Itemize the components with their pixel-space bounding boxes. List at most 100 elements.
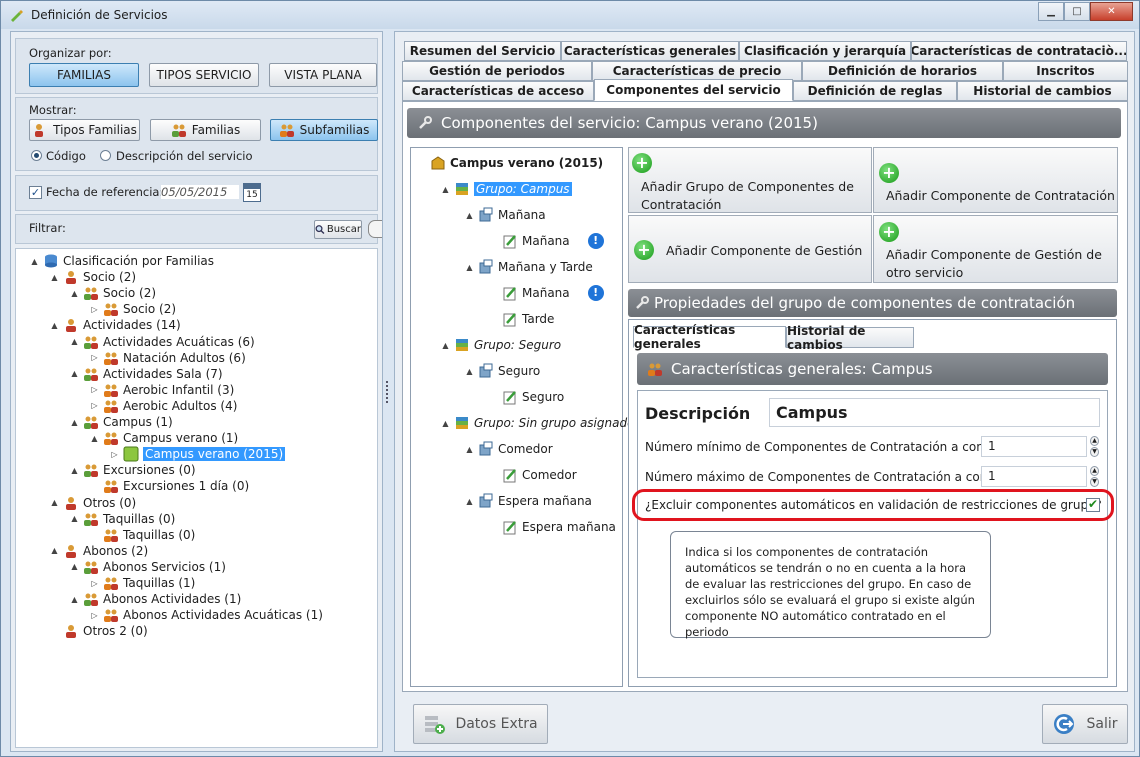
expand-arrow-icon[interactable]: ▲ xyxy=(441,185,450,194)
tab-clasificacion[interactable]: Clasificación y jerarquía xyxy=(739,41,911,61)
maximize-button[interactable]: □ xyxy=(1064,2,1090,21)
minimize-button[interactable]: ▁ xyxy=(1038,2,1064,21)
show-tipos-familias-button[interactable]: Tipos Familias xyxy=(29,119,140,141)
tab-caracteristicas-generales[interactable]: Características generales xyxy=(561,41,739,61)
min-components-stepper[interactable]: ▲ ▼ xyxy=(1090,436,1099,457)
family-tree-item[interactable]: ▲ Campus verano (1) xyxy=(90,430,238,446)
extra-data-button[interactable]: Datos Extra xyxy=(413,704,548,744)
expand-arrow-icon[interactable]: ▲ xyxy=(465,263,474,272)
ref-date-field[interactable]: 05/05/2015 xyxy=(161,185,239,199)
expand-arrow-icon[interactable]: ▲ xyxy=(70,562,79,571)
component-tree-item[interactable]: ▲ Grupo: Seguro xyxy=(441,337,561,353)
add-component-button[interactable]: + Añadir Componente de Contratación xyxy=(873,147,1118,213)
expand-arrow-icon[interactable]: ▲ xyxy=(441,341,450,350)
component-tree-item[interactable]: Tarde xyxy=(489,311,554,327)
calendar-icon[interactable]: 15 xyxy=(243,183,261,202)
component-tree-item[interactable]: Mañana! xyxy=(489,285,604,301)
family-tree-item[interactable]: ▷ Taquillas (1) xyxy=(90,575,195,591)
add-management-button[interactable]: + Añadir Componente de Gestión xyxy=(628,215,872,283)
search-button[interactable]: Buscar xyxy=(314,220,362,239)
component-tree-item[interactable]: ▲ Mañana y Tarde xyxy=(465,259,593,275)
family-tree-item[interactable]: ▷ Aerobic Infantil (3) xyxy=(90,382,234,398)
expand-arrow-icon[interactable]: ▲ xyxy=(50,273,59,282)
expand-arrow-icon[interactable]: ▲ xyxy=(30,257,39,266)
component-tree-item[interactable]: Espera mañana xyxy=(489,519,616,535)
family-tree-item[interactable]: Otros 2 (0) xyxy=(50,623,148,639)
family-tree-item[interactable]: ▲ Abonos Servicios (1) xyxy=(70,559,226,575)
expand-arrow-icon[interactable]: ▷ xyxy=(90,579,99,588)
tab-historial[interactable]: Historial de cambios xyxy=(957,81,1128,101)
component-tree-item[interactable]: ▲ Seguro xyxy=(465,363,540,379)
component-tree-item[interactable]: ▲ Espera mañana xyxy=(465,493,592,509)
tab-precio[interactable]: Características de precio xyxy=(592,61,802,81)
expand-arrow-icon[interactable]: ▲ xyxy=(465,211,474,220)
show-familias-button[interactable]: Familias xyxy=(150,119,261,141)
component-tree-item[interactable]: ▲ Grupo: Sin grupo asignado xyxy=(441,415,634,431)
expand-arrow-icon[interactable]: ▲ xyxy=(70,466,79,475)
organize-vista-plana-button[interactable]: VISTA PLANA xyxy=(269,63,377,87)
family-tree-item[interactable]: ▷ Aerobic Adultos (4) xyxy=(90,398,237,414)
family-tree-item[interactable]: ▲ Taquillas (0) xyxy=(70,511,175,527)
tab-componentes[interactable]: Componentes del servicio xyxy=(594,79,793,101)
add-other-management-button[interactable]: + Añadir Componente de Gestión de otro s… xyxy=(873,215,1118,283)
subtab-general[interactable]: Características generales xyxy=(633,323,786,351)
family-tree-item[interactable]: ▲ Clasificación por Familias xyxy=(30,253,214,269)
tab-periodos[interactable]: Gestión de periodos xyxy=(402,61,592,81)
tab-contratacion[interactable]: Características de contrataciò... xyxy=(911,41,1127,61)
min-components-input[interactable]: 1 xyxy=(981,436,1087,457)
tab-resumen[interactable]: Resumen del Servicio xyxy=(404,41,561,61)
family-tree-item[interactable]: ▲ Otros (0) xyxy=(50,495,136,511)
expand-arrow-icon[interactable]: ▲ xyxy=(70,289,79,298)
family-tree-item[interactable]: Taquillas (0) xyxy=(90,527,195,543)
family-tree-item[interactable]: ▷ Natación Adultos (6) xyxy=(90,350,246,366)
family-tree-item[interactable]: ▲ Excursiones (0) xyxy=(70,462,196,478)
family-tree-item[interactable]: ▲ Abonos Actividades (1) xyxy=(70,591,241,607)
component-tree-item[interactable]: ▲ Mañana xyxy=(465,207,546,223)
expand-arrow-icon[interactable]: ▷ xyxy=(90,305,99,314)
tab-inscritos[interactable]: Inscritos xyxy=(1003,61,1128,81)
component-tree-item[interactable]: Campus verano (2015) xyxy=(417,155,603,171)
max-components-input[interactable]: 1 xyxy=(981,466,1087,487)
expand-arrow-icon[interactable]: ▲ xyxy=(465,445,474,454)
family-tree-item[interactable]: ▷ Socio (2) xyxy=(90,301,176,317)
tab-reglas[interactable]: Definición de reglas xyxy=(793,81,957,101)
expand-arrow-icon[interactable]: ▲ xyxy=(50,321,59,330)
expand-arrow-icon[interactable]: ▷ xyxy=(110,450,119,459)
family-tree-item[interactable]: ▲ Campus (1) xyxy=(70,414,173,430)
expand-arrow-icon[interactable]: ▲ xyxy=(70,369,79,378)
family-tree-item[interactable]: ▲ Actividades (14) xyxy=(50,317,181,333)
max-components-stepper[interactable]: ▲ ▼ xyxy=(1090,466,1099,487)
family-tree-item[interactable]: ▲ Actividades Sala (7) xyxy=(70,366,223,382)
expand-arrow-icon[interactable]: ▲ xyxy=(465,367,474,376)
family-tree-item[interactable]: ▷ Abonos Actividades Acuáticas (1) xyxy=(90,607,323,623)
exit-button[interactable]: Salir xyxy=(1042,704,1128,744)
expand-arrow-icon[interactable]: ▲ xyxy=(70,514,79,523)
ref-date-checkbox[interactable]: ✓ xyxy=(29,186,42,199)
component-tree-item[interactable]: Mañana! xyxy=(489,233,604,249)
family-tree-item[interactable]: ▷ Campus verano (2015) xyxy=(110,446,286,462)
expand-arrow-icon[interactable]: ▷ xyxy=(90,611,99,620)
subtab-history[interactable]: Historial de cambios xyxy=(786,324,914,352)
add-group-button[interactable]: + Añadir Grupo de Componentes de Contrat… xyxy=(628,147,872,213)
expand-arrow-icon[interactable]: ▷ xyxy=(90,353,99,362)
expand-arrow-icon[interactable]: ▲ xyxy=(465,497,474,506)
family-tree-item[interactable]: Excursiones 1 día (0) xyxy=(90,478,249,494)
component-tree-item[interactable]: Comedor xyxy=(489,467,577,483)
expand-arrow-icon[interactable]: ▲ xyxy=(441,419,450,428)
component-tree-item[interactable]: Seguro xyxy=(489,389,564,405)
expand-arrow-icon[interactable]: ▲ xyxy=(50,546,59,555)
expand-arrow-icon[interactable]: ▷ xyxy=(90,401,99,410)
component-tree-item[interactable]: ▲ Comedor xyxy=(465,441,553,457)
tab-acceso[interactable]: Características de acceso xyxy=(402,81,594,101)
close-button[interactable]: ✕ xyxy=(1090,2,1133,21)
organize-tipos-servicio-button[interactable]: TIPOS SERVICIO xyxy=(149,63,259,87)
radio-codigo[interactable] xyxy=(31,150,42,161)
description-input[interactable]: Campus xyxy=(769,398,1100,427)
expand-arrow-icon[interactable]: ▲ xyxy=(90,434,99,443)
expand-arrow-icon[interactable]: ▲ xyxy=(70,337,79,346)
family-tree-item[interactable]: ▲ Actividades Acuáticas (6) xyxy=(70,334,255,350)
tab-horarios[interactable]: Definición de horarios xyxy=(802,61,1003,81)
expand-arrow-icon[interactable]: ▲ xyxy=(50,498,59,507)
family-tree-item[interactable]: ▲ Socio (2) xyxy=(50,269,136,285)
clock-icon[interactable] xyxy=(368,220,382,238)
